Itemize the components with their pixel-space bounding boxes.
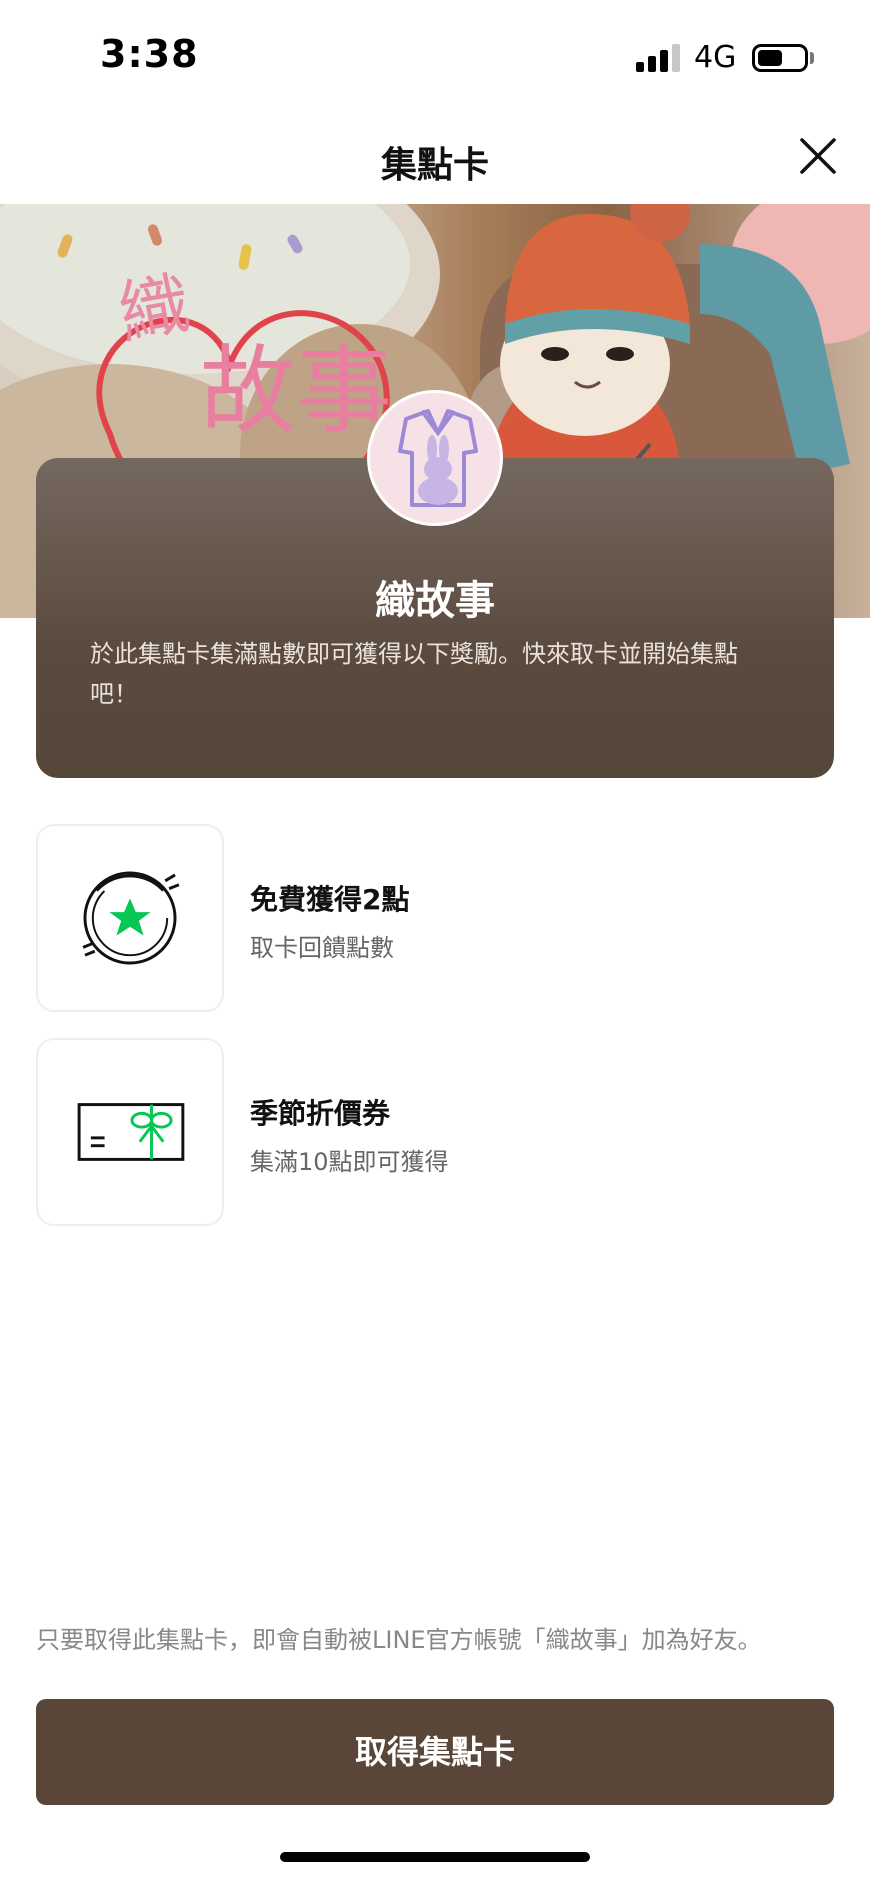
- star-stamp-icon: [82, 871, 180, 965]
- friend-add-notice: 只要取得此集點卡，即會自動被LINE官方帳號「織故事」加為好友。: [36, 1626, 762, 1654]
- reward-item[interactable]: 免費獲得2點 取卡回饋點數: [36, 824, 796, 1012]
- reward-icon-box: [36, 824, 224, 1012]
- page-title: 集點卡: [380, 145, 489, 186]
- reward-subtitle: 取卡回饋點數: [250, 934, 394, 962]
- get-stamp-card-button[interactable]: 取得集點卡: [36, 1699, 834, 1805]
- battery-icon: [752, 44, 808, 72]
- reward-title: 季節折價券: [250, 1097, 391, 1130]
- reward-icon-box: [36, 1038, 224, 1226]
- svg-text:故事: 故事: [200, 335, 392, 447]
- reward-title: 免費獲得2點: [250, 883, 410, 916]
- card-description: 於此集點卡集滿點數即可獲得以下獎勵。快來取卡並開始集點吧！: [90, 640, 738, 708]
- reward-subtitle: 集滿10點即可獲得: [250, 1148, 449, 1176]
- status-bar: 3:38 4G: [0, 0, 870, 110]
- battery-fill: [758, 50, 782, 66]
- gift-voucher-icon: [77, 1103, 185, 1161]
- reward-item[interactable]: 季節折價券 集滿10點即可獲得: [36, 1038, 796, 1226]
- signal-strength-icon: [636, 44, 680, 72]
- status-time: 3:38: [100, 32, 199, 76]
- battery-tip: [810, 52, 814, 64]
- home-indicator: [280, 1852, 590, 1862]
- nav-header: 集點卡: [0, 110, 870, 204]
- close-icon[interactable]: [790, 128, 846, 184]
- shop-logo: [367, 390, 503, 526]
- network-type: 4G: [694, 40, 737, 75]
- rabbit-sweater-logo-icon: [398, 409, 478, 507]
- shop-name: 織故事: [375, 578, 495, 624]
- svg-text:織: 織: [113, 263, 196, 356]
